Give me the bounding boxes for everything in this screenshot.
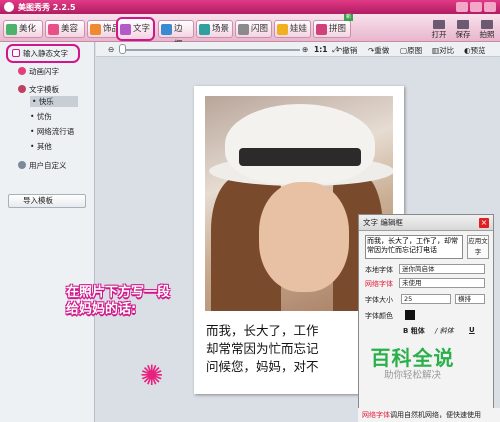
underline-button[interactable]: U <box>469 326 475 334</box>
camera-button[interactable]: 拍照 <box>476 20 498 40</box>
tab-frame[interactable]: 边框 <box>158 20 194 50</box>
watermark: 百科全说 助你轻松解决 <box>365 346 460 382</box>
template-category-sad[interactable]: • 忧伤 <box>30 111 52 122</box>
minimize-button[interactable] <box>456 2 468 12</box>
web-font-label: 网络字体 <box>365 280 393 288</box>
close-window-button[interactable] <box>484 2 496 12</box>
import-template-button[interactable]: 导入模板 <box>8 194 86 208</box>
text-a-icon <box>12 49 20 57</box>
font-color-swatch[interactable] <box>405 310 415 320</box>
zoom-out-icon[interactable]: ⊖ <box>108 45 114 54</box>
starburst-icon: ✺ <box>140 359 164 392</box>
font-color-label: 字体颜色 <box>365 312 393 320</box>
web-font-select[interactable]: 未使用 <box>399 278 485 288</box>
dialog-title: 文字 编辑框 <box>359 215 493 231</box>
template-icon <box>18 85 26 93</box>
folder-icon <box>433 20 445 29</box>
status-web-font: 网络字体 <box>362 411 390 419</box>
scene-icon <box>199 24 210 35</box>
maximize-button[interactable] <box>470 2 482 12</box>
save-button[interactable]: 保存 <box>452 20 474 40</box>
preview-button[interactable]: ◐预览 <box>464 45 486 56</box>
apply-text-button[interactable]: 应用文字 <box>467 235 489 259</box>
tab-doll[interactable]: 娃娃 <box>274 20 311 38</box>
text-icon <box>120 24 131 35</box>
app-logo-icon <box>4 2 14 12</box>
new-badge: 新 <box>343 14 353 21</box>
save-icon <box>457 20 469 29</box>
main-toolbar: 美化 美容 饰品 文字 边框 场景 闪图 娃娃 拼图新 打开 保存 拍照 <box>0 14 500 50</box>
compare-button[interactable]: ▥对比 <box>432 45 454 56</box>
template-category-happy[interactable]: • 快乐 <box>30 96 78 107</box>
left-panel: 输入静态文字 动画闪字 文字模板 • 快乐 • 忧伤 • 网络流行语 • 其他 … <box>0 42 95 422</box>
status-bar: 网络字体调用自然机网络，便快速使用 <box>358 408 500 422</box>
app-title: 美图秀秀 2.2.5 <box>18 3 76 12</box>
watermark-title: 百科全说 <box>370 346 455 370</box>
input-static-text-button[interactable]: 输入静态文字 <box>12 48 68 59</box>
watermark-subtitle: 助你轻松解决 <box>383 370 441 381</box>
window-controls <box>454 2 496 14</box>
accessory-icon <box>90 24 101 35</box>
tab-collage[interactable]: 拼图新 <box>313 14 353 38</box>
frame-icon <box>161 24 172 35</box>
tab-text[interactable]: 文字 <box>116 17 155 41</box>
open-button[interactable]: 打开 <box>428 20 450 40</box>
close-icon[interactable]: × <box>479 218 489 228</box>
text-edit-dialog: 文字 编辑框 × 而我，长大了，工作了，却常常因为忙而忘记打电话 应用文字 本地… <box>358 214 494 420</box>
doll-icon <box>277 24 288 35</box>
zoom-slider-handle[interactable] <box>119 44 126 54</box>
italic-button[interactable]: / 斜体 <box>435 326 454 336</box>
tab-cosmetic[interactable]: 美容 <box>45 20 85 38</box>
tab-flash[interactable]: 闪图 <box>235 20 272 38</box>
animated-text-icon <box>18 67 26 75</box>
orientation-select[interactable]: 横排 <box>455 294 485 304</box>
user-icon <box>18 161 26 169</box>
local-font-select[interactable]: 迷你简启体 <box>399 264 485 274</box>
title-bar: 美图秀秀 2.2.5 <box>0 0 500 14</box>
canvas-toolbar: ⊖ ⊕ 1:1 ⤢ ↶撤销 ↷重做 ▢原图 ▥对比 ◐预览 <box>96 42 500 57</box>
beautify-icon <box>6 24 17 35</box>
zoom-in-icon[interactable]: ⊕ <box>302 45 308 54</box>
template-category-internet[interactable]: • 网络流行语 <box>30 126 74 137</box>
user-custom-button[interactable]: 用户自定义 <box>18 160 67 171</box>
font-size-select[interactable]: 25 <box>401 294 451 304</box>
bold-button[interactable]: B 粗体 <box>403 326 425 336</box>
text-content-input[interactable]: 而我，长大了，工作了，却常常因为忙而忘记打电话 <box>365 235 463 259</box>
font-size-label: 字体大小 <box>365 296 393 304</box>
tab-scene[interactable]: 场景 <box>196 20 233 38</box>
redo-button[interactable]: ↷重做 <box>368 45 389 56</box>
cosmetic-icon <box>48 24 59 35</box>
undo-button[interactable]: ↶撤销 <box>336 45 357 56</box>
template-category-other[interactable]: • 其他 <box>30 141 52 152</box>
flash-icon <box>238 24 249 35</box>
status-text: 调用自然机网络，便快速使用 <box>390 411 481 419</box>
animated-text-button[interactable]: 动画闪字 <box>18 66 59 77</box>
tab-beautify[interactable]: 美化 <box>3 20 43 38</box>
zoom-slider[interactable] <box>120 49 300 51</box>
annotation-callout: 在照片下方写一段 给妈妈的话: <box>66 285 171 317</box>
camera-icon <box>481 20 493 29</box>
local-font-label: 本地字体 <box>365 266 393 274</box>
zoom-level[interactable]: 1:1 <box>314 45 327 54</box>
original-button[interactable]: ▢原图 <box>400 45 422 56</box>
text-template-button[interactable]: 文字模板 <box>18 84 59 95</box>
collage-icon <box>316 24 327 35</box>
